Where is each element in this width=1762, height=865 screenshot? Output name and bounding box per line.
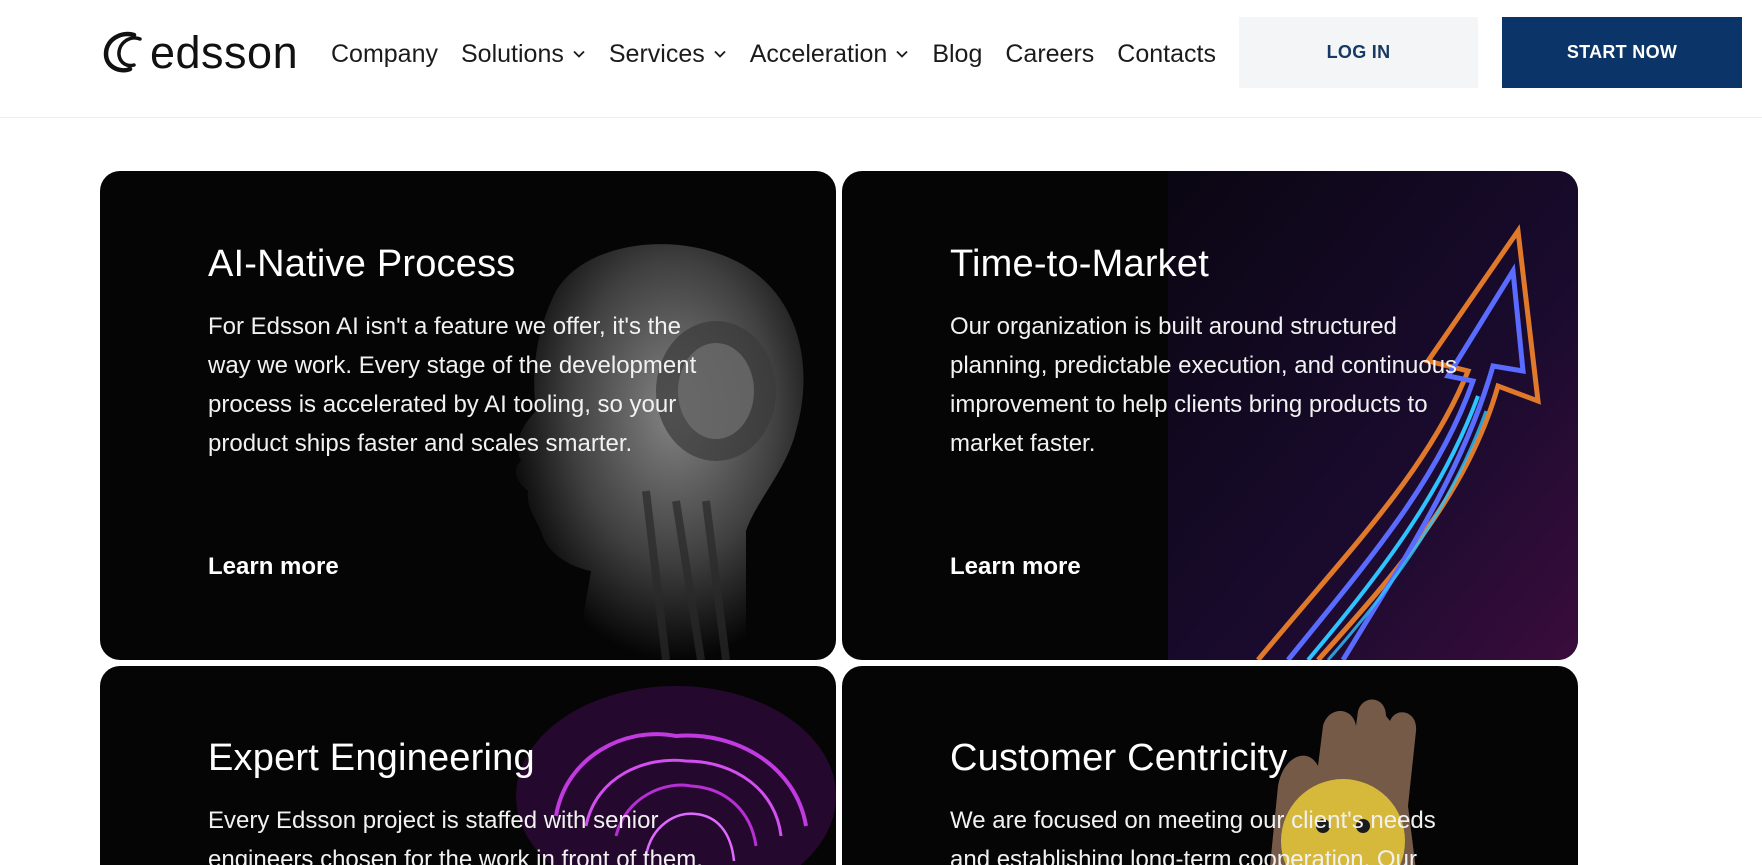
- feature-card-expert-engineering: Expert Engineering Every Edsson project …: [100, 666, 836, 865]
- card-title: Customer Centricity: [950, 737, 1288, 779]
- card-title: Time-to-Market: [950, 243, 1209, 285]
- brand-name: edsson: [150, 26, 299, 78]
- chevron-down-icon: [573, 50, 585, 58]
- card-title: Expert Engineering: [208, 737, 535, 779]
- card-description: Every Edsson project is staffed with sen…: [208, 807, 703, 865]
- nav-item-label: Services: [608, 39, 705, 68]
- feature-card-time-to-market: Time-to-Market Our organization is built…: [842, 171, 1578, 660]
- nav-item-label: Acceleration: [749, 39, 888, 68]
- learn-more-link[interactable]: Learn more: [208, 553, 339, 581]
- nav-item-acceleration[interactable]: Acceleration: [750, 40, 910, 69]
- feature-card-customer-centricity: Customer Centricity We are focused on me…: [842, 666, 1578, 865]
- nav-item-services[interactable]: Services: [609, 40, 727, 69]
- nav-item-label: Careers: [1005, 39, 1095, 68]
- nav-item-label: Contacts: [1117, 39, 1216, 68]
- site-header: edsson Company Solutions Services Accele…: [0, 0, 1762, 118]
- card-description: We are focused on meeting our client's n…: [950, 807, 1436, 865]
- nav-item-label: Solutions: [461, 39, 564, 68]
- chevron-down-icon: [714, 50, 726, 58]
- nav-item-solutions[interactable]: Solutions: [461, 40, 586, 69]
- logo-mark-icon: [103, 31, 142, 73]
- nav-item-careers[interactable]: Careers: [1005, 40, 1094, 69]
- learn-more-link[interactable]: Learn more: [950, 553, 1081, 581]
- nav-item-label: Blog: [932, 39, 983, 68]
- nav-item-blog[interactable]: Blog: [932, 40, 982, 69]
- card-description: Our organization is built around structu…: [950, 313, 1458, 457]
- card-title: AI-Native Process: [208, 243, 516, 285]
- nav-item-contacts[interactable]: Contacts: [1117, 40, 1216, 69]
- nav-item-company[interactable]: Company: [331, 40, 438, 69]
- main-nav: Company Solutions Services Acceleration …: [331, 34, 1239, 74]
- nav-item-label: Company: [331, 39, 438, 68]
- chevron-down-icon: [896, 50, 908, 58]
- feature-card-ai-native: AI-Native Process For Edsson AI isn't a …: [100, 171, 836, 660]
- login-button[interactable]: LOG IN: [1239, 17, 1478, 88]
- brand-logo[interactable]: edsson: [100, 28, 298, 76]
- card-description: For Edsson AI isn't a feature we offer, …: [208, 313, 697, 457]
- start-now-button[interactable]: START NOW: [1502, 17, 1742, 88]
